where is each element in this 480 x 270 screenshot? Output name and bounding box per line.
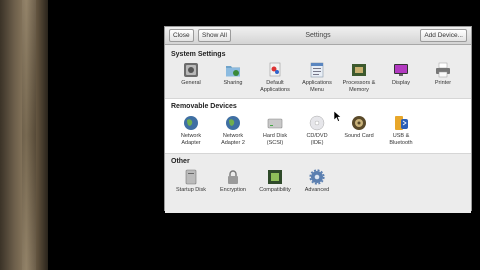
pane-label: CD/DVD (IDE) — [306, 133, 328, 146]
pane-network-adapter-2[interactable]: Network Adapter 2 — [211, 115, 255, 146]
settings-window: Close Show All Settings Add Device... Sy… — [164, 26, 472, 213]
pane-processors-memory[interactable]: Processors & Memory — [337, 62, 381, 93]
add-device-button[interactable]: Add Device... — [420, 29, 467, 42]
pane-advanced[interactable]: Advanced — [295, 169, 339, 194]
pane-encryption[interactable]: Encryption — [211, 169, 255, 194]
window-toolbar: Close Show All Settings Add Device... — [165, 27, 471, 45]
usb-bluetooth-icon — [395, 116, 408, 130]
pane-label: Display — [391, 80, 411, 86]
section-title: System Settings — [171, 51, 226, 58]
pane-printer[interactable]: Printer — [421, 62, 465, 87]
general-icon — [184, 63, 198, 77]
lock-icon — [228, 170, 238, 184]
pane-label: USB & Bluetooth — [389, 133, 413, 146]
speaker-icon — [352, 116, 366, 130]
gear-icon — [309, 169, 325, 185]
desktop-background-strip — [0, 0, 48, 270]
show-all-button[interactable]: Show All — [198, 29, 231, 42]
startup-disk-icon — [185, 169, 197, 185]
pane-startup-disk[interactable]: Startup Disk — [169, 169, 213, 194]
pane-cd-dvd[interactable]: CD/DVD (IDE) — [295, 115, 339, 146]
optical-disc-icon — [309, 115, 325, 131]
pane-network-adapter[interactable]: Network Adapter — [169, 115, 213, 146]
close-button[interactable]: Close — [169, 29, 194, 42]
pane-sound-card[interactable]: Sound Card — [337, 115, 381, 140]
compatibility-chip-icon — [268, 170, 282, 184]
pane-label: Hard Disk (SCSI) — [262, 133, 288, 146]
section-title: Removable Devices — [171, 103, 237, 110]
default-applications-icon — [269, 62, 281, 77]
other-section: Other Startup Disk Encryption Compatibil… — [165, 154, 471, 213]
printer-icon — [436, 62, 450, 78]
pane-label: Default Applications — [260, 80, 290, 93]
section-title: Other — [171, 158, 190, 165]
pane-label: General — [181, 80, 201, 86]
pane-compatibility[interactable]: Compatibility — [253, 169, 297, 194]
pane-applications-menu[interactable]: Applications Menu — [295, 62, 339, 93]
hard-disk-icon — [267, 118, 283, 129]
pane-label: Compatibility — [259, 187, 291, 193]
pane-label: Printer — [434, 80, 452, 86]
pane-label: Startup Disk — [176, 187, 206, 193]
pane-display[interactable]: Display — [379, 62, 423, 87]
pane-label: Network Adapter 2 — [221, 133, 245, 146]
system-settings-section: System Settings General Sharing Default … — [165, 45, 471, 99]
network-globe-icon — [184, 116, 198, 130]
removable-devices-section: Removable Devices Network Adapter Networ… — [165, 99, 471, 154]
pane-label: Sharing — [223, 80, 243, 86]
network-globe-icon — [226, 116, 240, 130]
pane-hard-disk[interactable]: Hard Disk (SCSI) — [253, 115, 297, 146]
applications-menu-icon — [310, 62, 324, 78]
pane-label: Encryption — [220, 187, 246, 193]
sharing-folder-icon — [226, 66, 240, 77]
pane-sharing[interactable]: Sharing — [211, 62, 255, 87]
mouse-cursor-icon — [334, 111, 342, 122]
pane-label: Advanced — [304, 187, 330, 193]
pane-label: Applications Menu — [302, 80, 332, 93]
pane-label: Sound Card — [344, 133, 374, 139]
pane-general[interactable]: General — [169, 62, 213, 87]
processor-chip-icon — [352, 64, 366, 76]
pane-label: Network Adapter — [180, 133, 202, 146]
pane-usb-bluetooth[interactable]: USB & Bluetooth — [379, 115, 423, 146]
pane-default-applications[interactable]: Default Applications — [253, 62, 297, 93]
display-monitor-icon — [394, 64, 408, 76]
pane-label: Processors & Memory — [342, 80, 376, 93]
